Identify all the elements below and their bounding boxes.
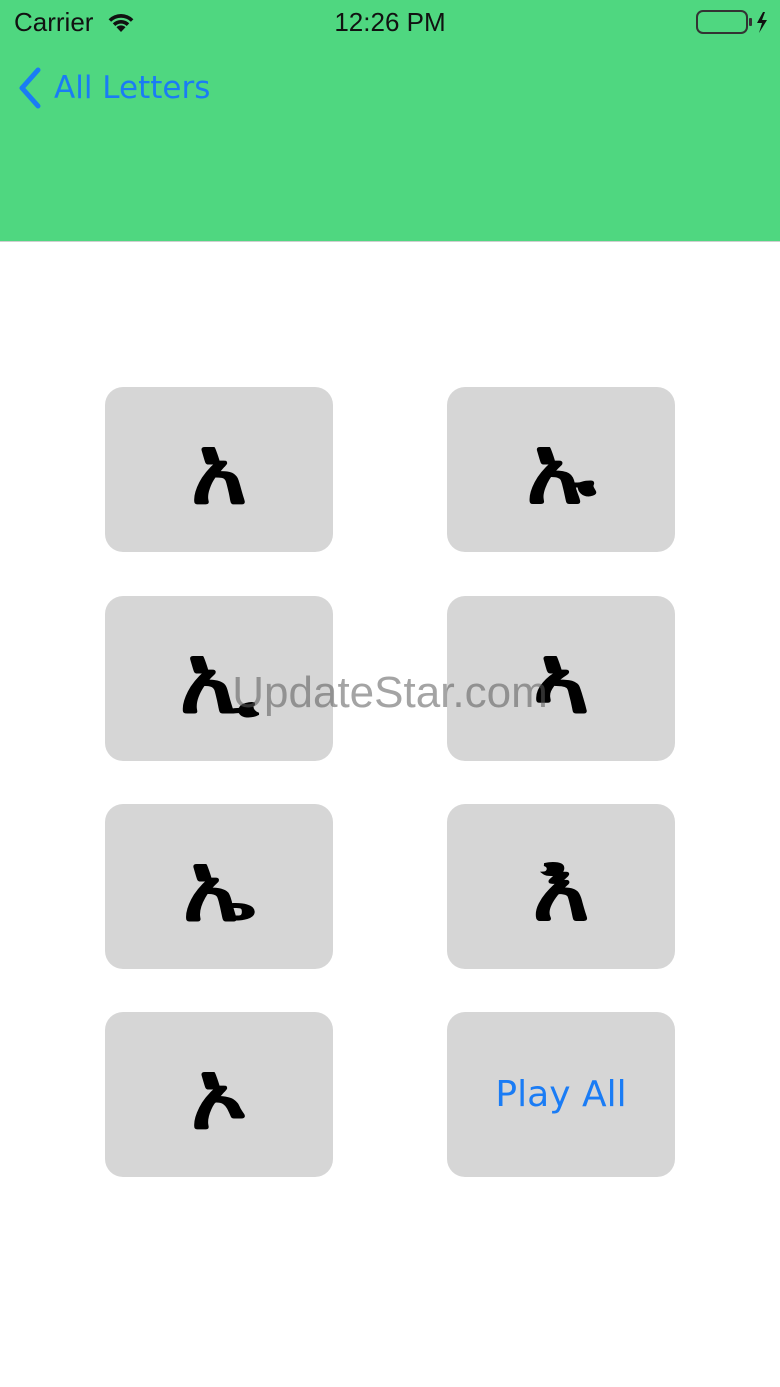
letter-button-ih[interactable]: እ (447, 804, 675, 969)
back-button[interactable]: All Letters (16, 64, 210, 112)
letter-glyph: ኦ (190, 1037, 248, 1151)
battery-charging-icon (696, 10, 767, 34)
letter-glyph: እ (532, 829, 590, 943)
clock-label: 12:26 PM (334, 7, 446, 37)
letter-button-a[interactable]: አ (105, 387, 333, 552)
nav-header: Carrier 12:26 PM All Letters (0, 0, 780, 242)
letter-button-o[interactable]: ኦ (105, 1012, 333, 1177)
letter-glyph: ኣ (532, 621, 590, 735)
status-bar: Carrier 12:26 PM (0, 0, 780, 44)
letter-button-i[interactable]: ኢ (105, 596, 333, 761)
letter-glyph: ኡ (526, 412, 596, 526)
letter-button-u[interactable]: ኡ (447, 387, 675, 552)
letter-button-e[interactable]: ኤ (105, 804, 333, 969)
play-all-button[interactable]: Play All (447, 1012, 675, 1177)
letter-button-aa[interactable]: ኣ (447, 596, 675, 761)
letter-glyph: ኢ (179, 621, 259, 735)
letter-glyph: ኤ (182, 829, 256, 943)
play-all-label: Play All (495, 1074, 627, 1115)
chevron-left-icon (19, 67, 41, 109)
back-button-label: All Letters (54, 70, 211, 106)
letter-glyph: አ (190, 412, 248, 526)
